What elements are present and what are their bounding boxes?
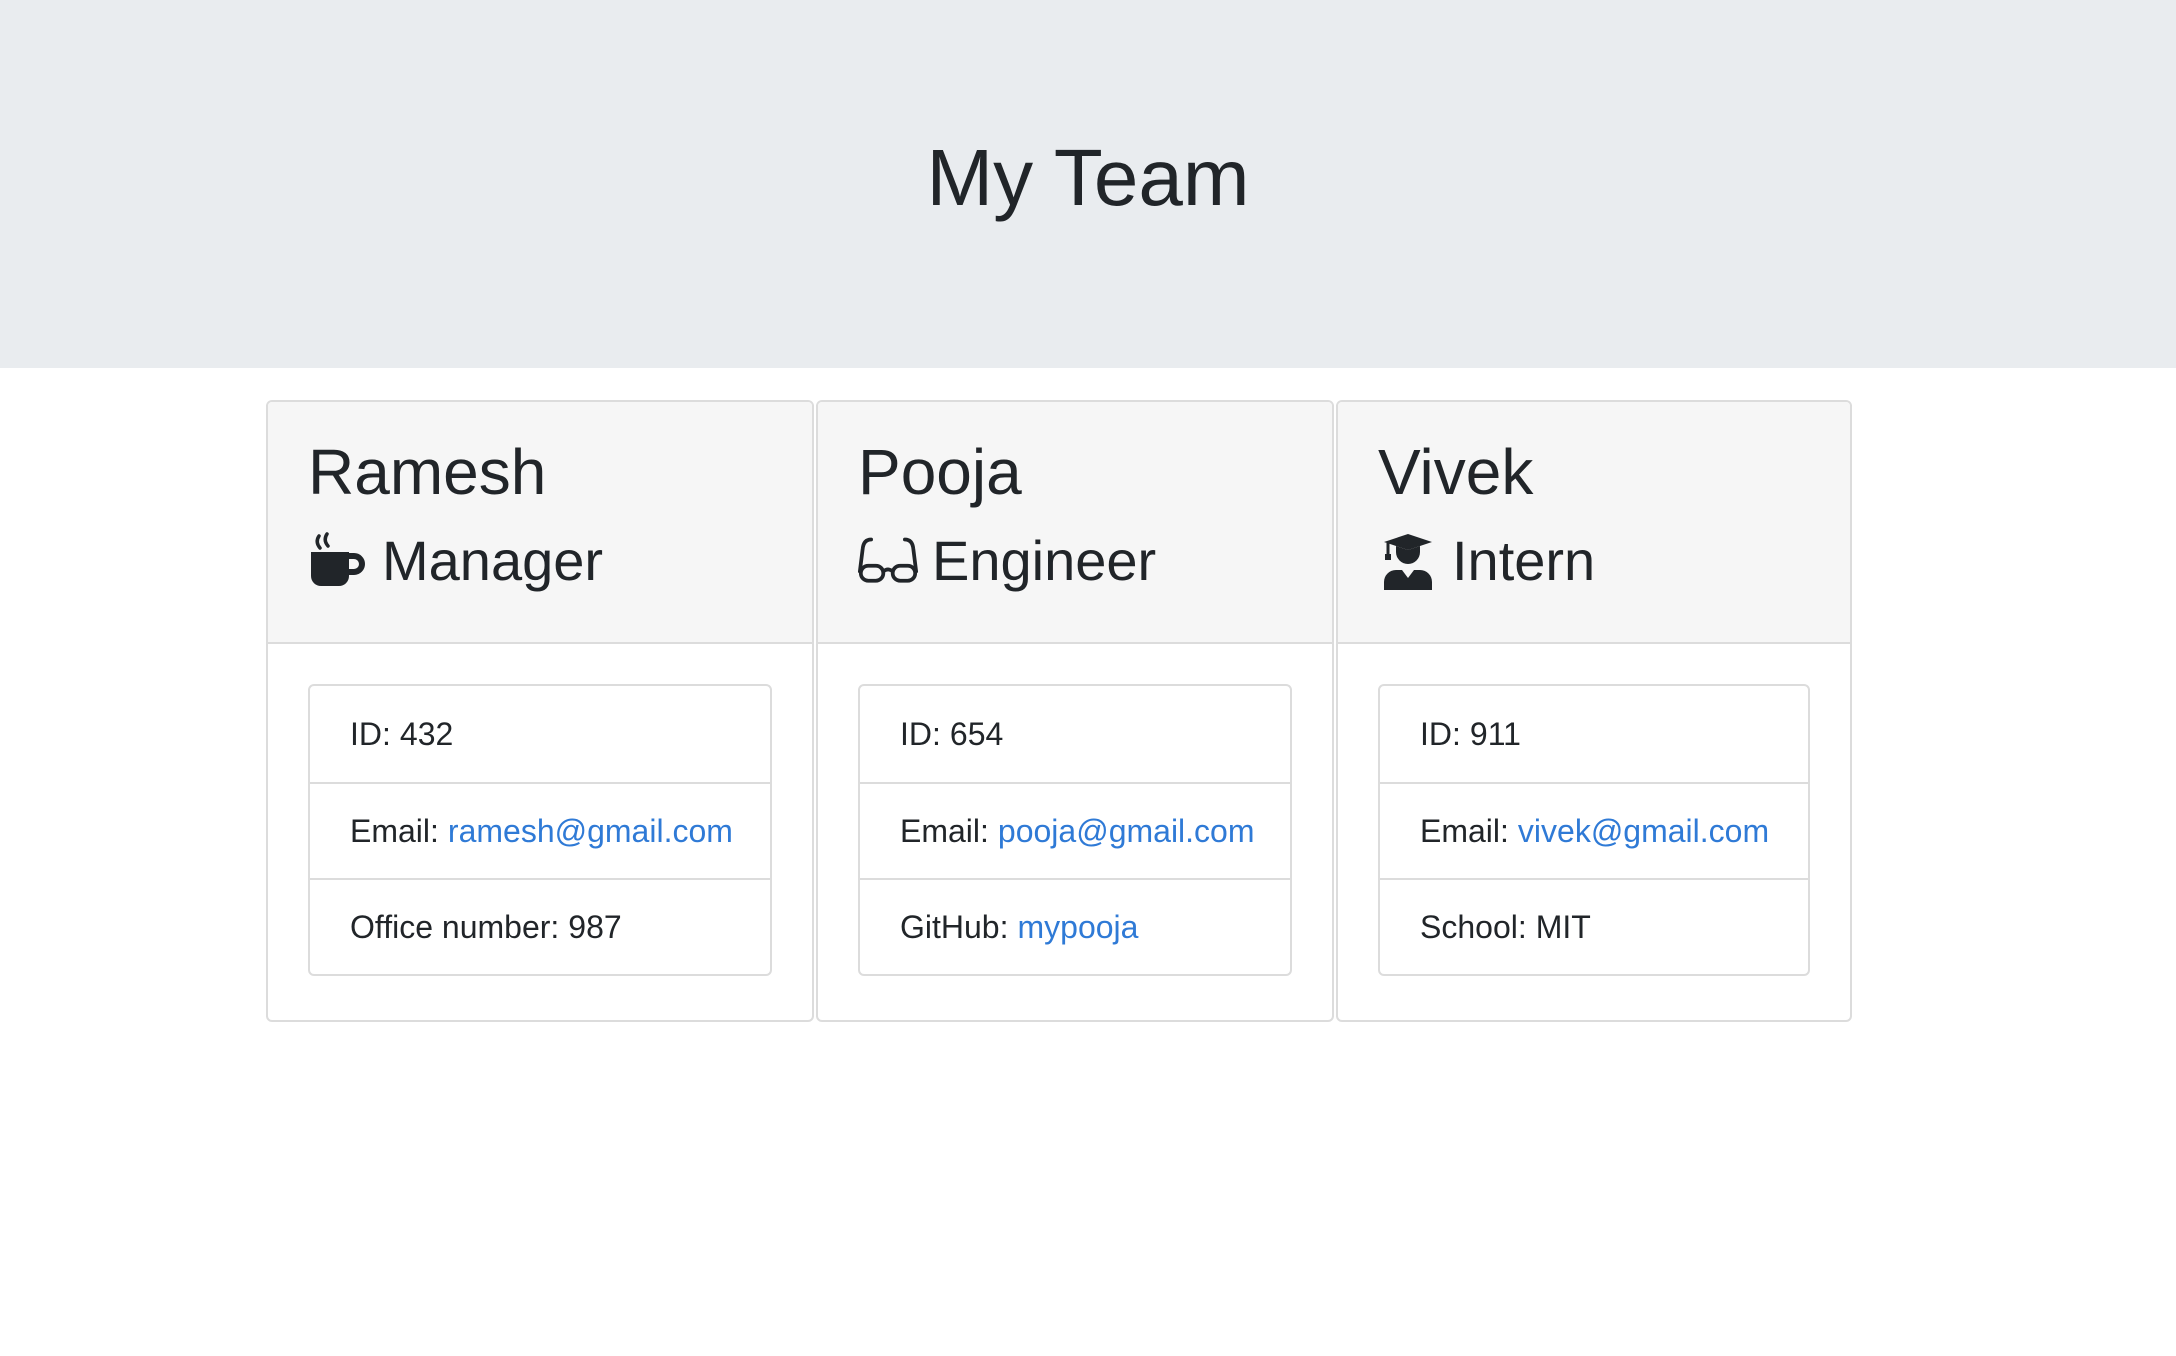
employee-name: Ramesh <box>308 436 547 508</box>
email-label: Email: <box>1420 812 1509 849</box>
list-item-office-number: Office number: 987 <box>310 878 770 974</box>
email-link[interactable]: pooja@gmail.com <box>998 813 1255 850</box>
card-header: Ramesh Manager <box>268 402 812 644</box>
list-item-id: ID: 654 <box>860 686 1290 782</box>
employee-name: Pooja <box>858 436 1022 508</box>
card-body: ID: 654 Email: pooja@gmail.com GitHub: m… <box>818 644 1332 1016</box>
list-item-email: Email: vivek@gmail.com <box>1380 782 1808 878</box>
employee-card-engineer: Pooja Engineer ID: 654 Email: pooja@gmai… <box>816 400 1334 1022</box>
details-list: ID: 432 Email: ramesh@gmail.com Office n… <box>308 684 772 976</box>
employee-name: Vivek <box>1378 436 1534 508</box>
email-link[interactable]: vivek@gmail.com <box>1518 813 1769 850</box>
card-body: ID: 911 Email: vivek@gmail.com School: M… <box>1338 644 1850 1016</box>
github-label: GitHub: <box>900 908 1009 945</box>
list-item-school: School: MIT <box>1380 878 1808 974</box>
glasses-icon <box>858 531 918 591</box>
coffee-mug-icon <box>308 531 368 591</box>
school-label: School: <box>1420 908 1527 945</box>
id-label: ID: <box>1420 715 1461 752</box>
list-item-id: ID: 432 <box>310 686 770 782</box>
card-header: Vivek Intern <box>1338 402 1850 644</box>
list-item-id: ID: 911 <box>1380 686 1808 782</box>
list-item-email: Email: ramesh@gmail.com <box>310 782 770 878</box>
github-link[interactable]: mypooja <box>1017 909 1138 946</box>
details-list: ID: 911 Email: vivek@gmail.com School: M… <box>1378 684 1810 976</box>
details-list: ID: 654 Email: pooja@gmail.com GitHub: m… <box>858 684 1292 976</box>
id-label: ID: <box>900 715 941 752</box>
employee-role: Intern <box>1378 526 1850 596</box>
role-label: Intern <box>1452 529 1596 592</box>
employee-role: Engineer <box>858 526 1332 596</box>
team-cards: Ramesh Manager ID: 432 Email: ramesh@gma… <box>266 400 1852 1022</box>
email-label: Email: <box>900 812 989 849</box>
office-number-value: 987 <box>568 908 622 945</box>
office-number-label: Office number: <box>350 908 560 945</box>
id-value: 911 <box>1469 715 1521 752</box>
id-value: 432 <box>399 715 454 752</box>
page-title: My Team <box>926 133 1250 222</box>
school-value: MIT <box>1535 908 1591 945</box>
employee-card-intern: Vivek Intern ID: 911 Email: vivek@gmail.… <box>1336 400 1852 1022</box>
email-label: Email: <box>350 812 439 849</box>
card-header: Pooja Engineer <box>818 402 1332 644</box>
employee-card-manager: Ramesh Manager ID: 432 Email: ramesh@gma… <box>266 400 814 1022</box>
role-label: Manager <box>382 529 604 592</box>
list-item-github: GitHub: mypooja <box>860 878 1290 974</box>
graduate-icon <box>1378 531 1438 591</box>
role-label: Engineer <box>932 529 1157 592</box>
id-value: 654 <box>949 715 1004 752</box>
jumbotron-header: My Team <box>0 0 2176 368</box>
email-link[interactable]: ramesh@gmail.com <box>448 813 733 850</box>
list-item-email: Email: pooja@gmail.com <box>860 782 1290 878</box>
card-body: ID: 432 Email: ramesh@gmail.com Office n… <box>268 644 812 1016</box>
employee-role: Manager <box>308 526 812 596</box>
id-label: ID: <box>350 715 391 752</box>
